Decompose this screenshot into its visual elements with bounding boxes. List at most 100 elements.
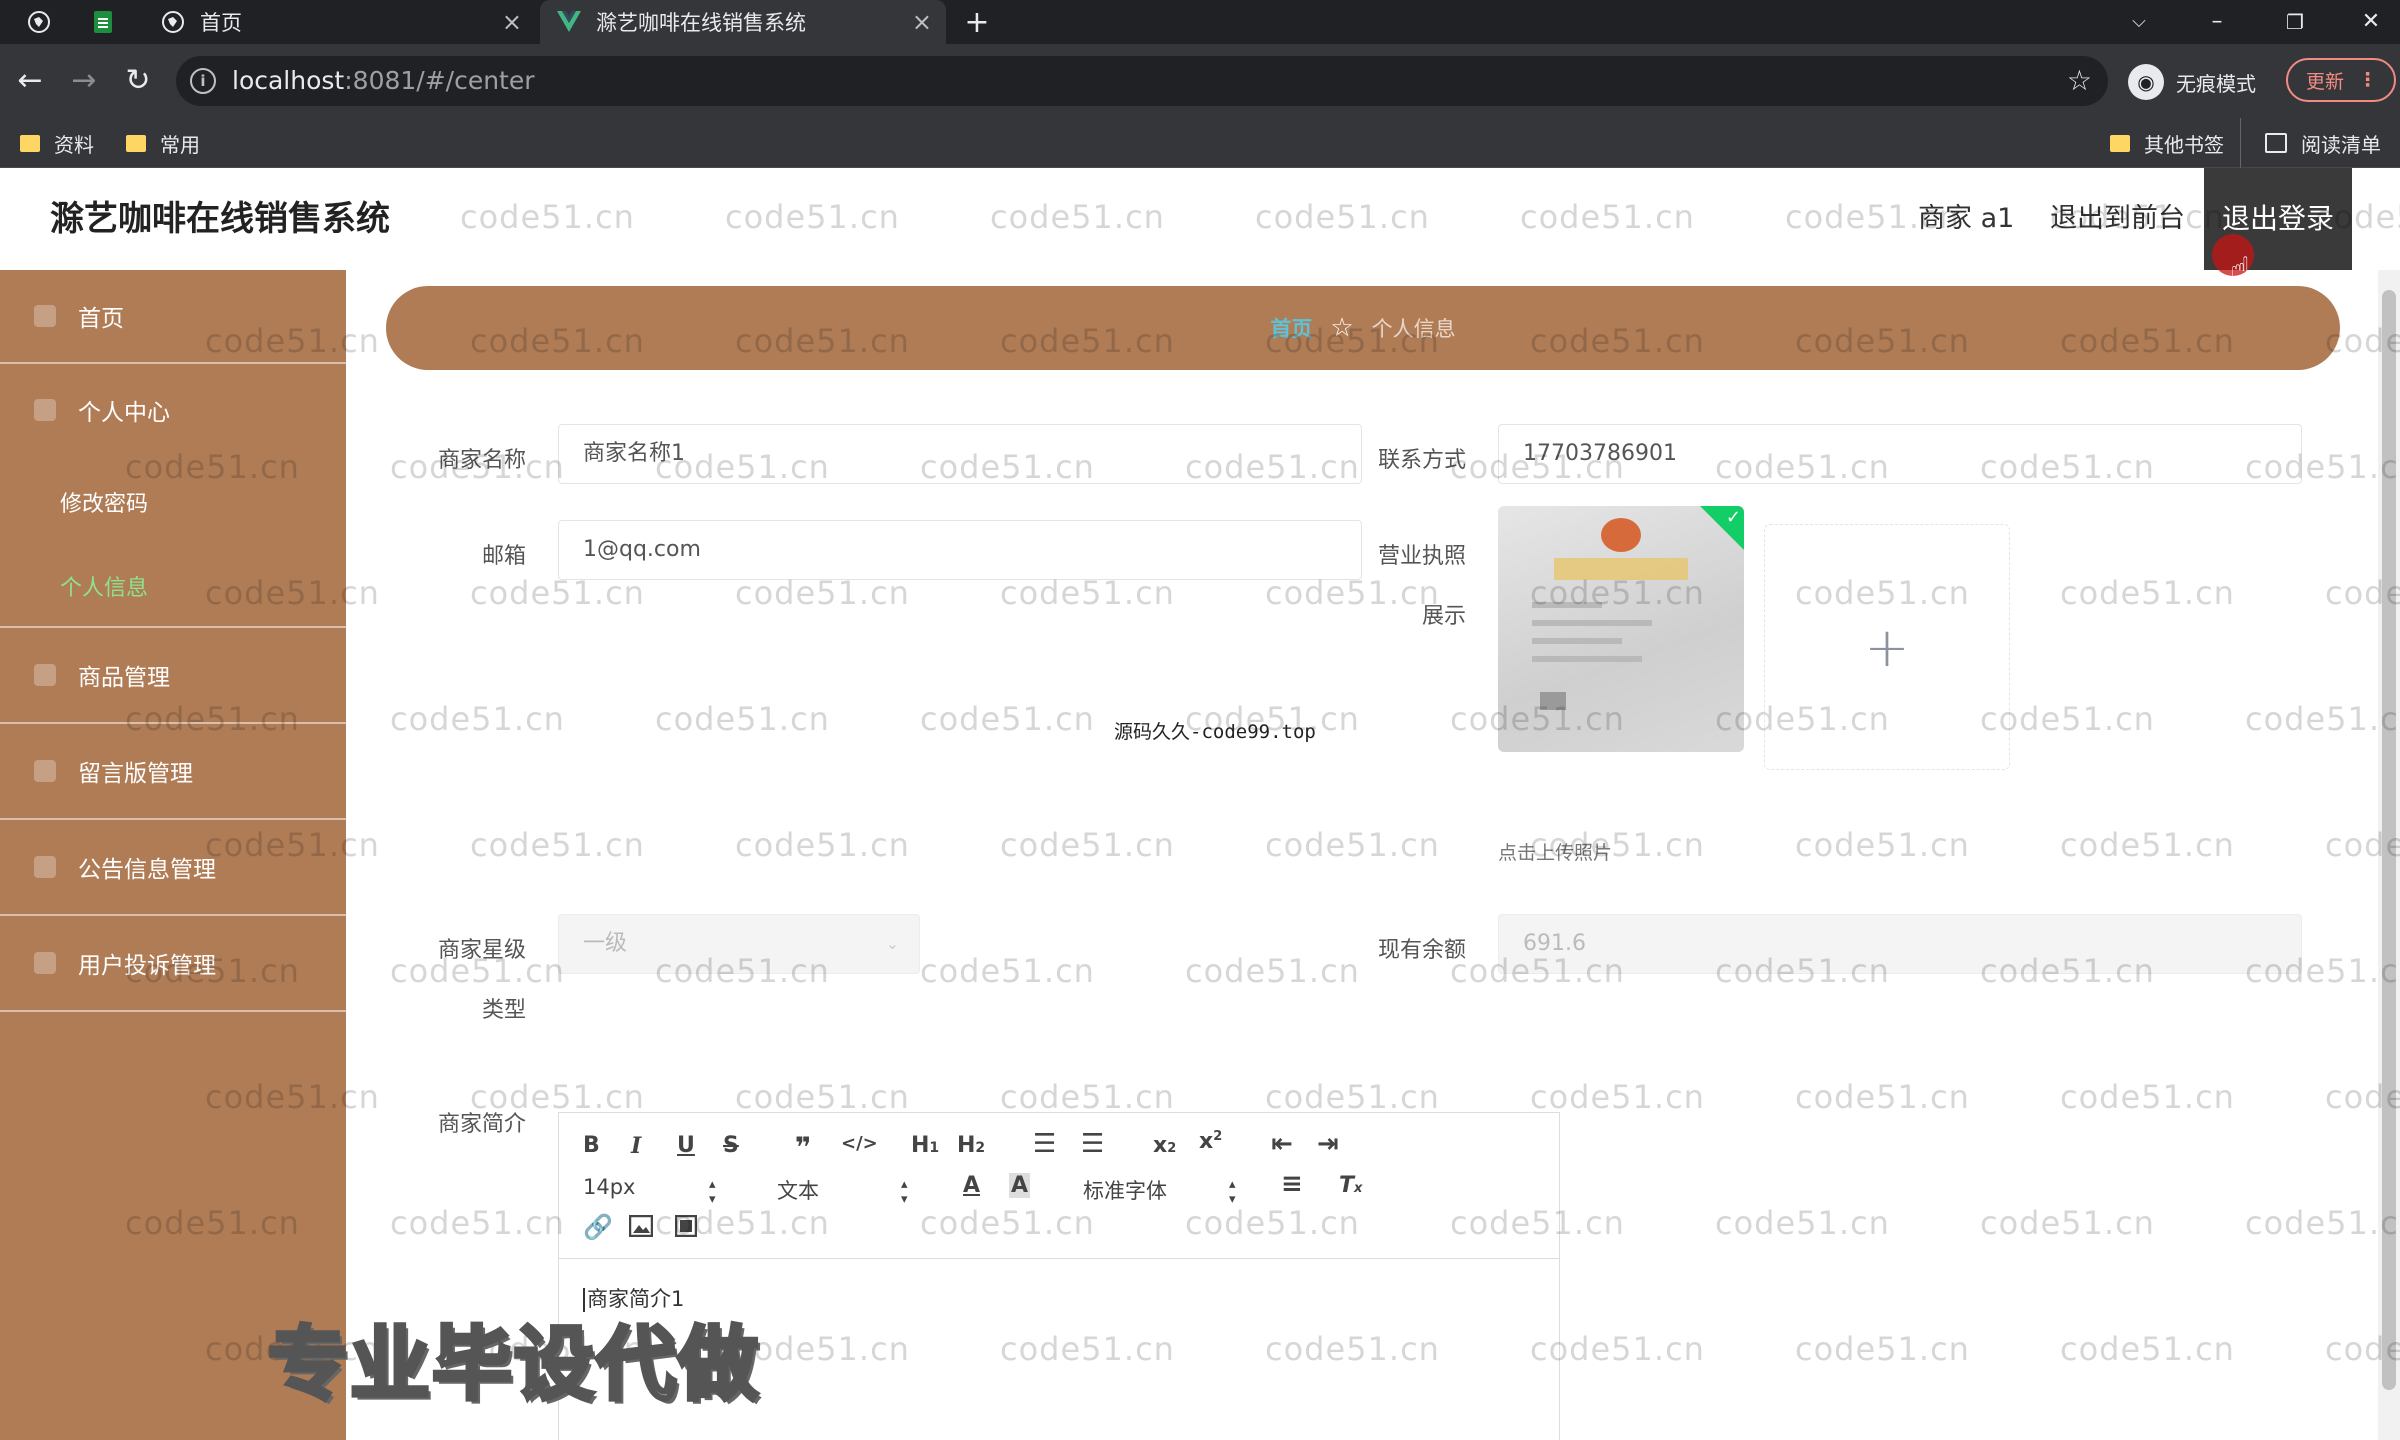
- bookmark-folder[interactable]: 常用: [126, 118, 200, 168]
- contact-input[interactable]: 17703786901: [1498, 424, 2302, 484]
- close-icon[interactable]: ×: [502, 8, 522, 36]
- license-title-band: [1554, 558, 1688, 580]
- window-close-icon[interactable]: ✕: [2346, 2, 2396, 42]
- font-color-icon[interactable]: A: [963, 1173, 980, 1198]
- bookmarks-bar: 资料 常用 其他书签 阅读清单: [0, 118, 2400, 168]
- heading-2-icon[interactable]: H2: [957, 1133, 985, 1158]
- sidebar-item-personal-center[interactable]: 个人中心: [0, 364, 346, 456]
- license-label: 营业执照: [1377, 544, 1466, 569]
- sidebar-item-label: 首页: [78, 306, 124, 332]
- sidebar-item-label: 个人中心: [78, 400, 170, 426]
- underline-icon[interactable]: U: [677, 1133, 695, 1158]
- reading-list[interactable]: 阅读清单: [2240, 118, 2381, 168]
- star-level-select[interactable]: 一级 ⌄: [558, 914, 920, 974]
- sheets-icon[interactable]: [86, 6, 120, 38]
- other-bookmarks-label: 其他书签: [2144, 132, 2224, 157]
- font-family-select[interactable]: 标准字体 ▴ ▾: [1083, 1175, 1253, 1207]
- box-icon: [34, 664, 56, 686]
- back-icon[interactable]: ←: [10, 60, 50, 100]
- globe-icon: [160, 9, 186, 35]
- center-watermark: 源码久久-code99.top: [1114, 721, 1316, 743]
- blockquote-icon[interactable]: ❞: [795, 1131, 811, 1164]
- incognito-indicator[interactable]: ◉ 无痕模式: [2128, 62, 2256, 102]
- license-line: [1532, 638, 1622, 644]
- star-level-label: 商家星级: [437, 938, 526, 963]
- bookmark-label: 资料: [54, 132, 94, 157]
- promo-banner: 专业毕设代做: [266, 1316, 760, 1413]
- code-block-icon[interactable]: </>: [841, 1133, 878, 1154]
- updown-arrows-icon: ▴ ▾: [1229, 1177, 1236, 1207]
- image-icon[interactable]: [628, 1214, 654, 1243]
- address-bar[interactable]: i localhost:8081/#/center ☆: [176, 56, 2108, 106]
- url-text: localhost:8081/#/center: [232, 66, 535, 95]
- license-label-second-line: 展示: [1421, 604, 1466, 629]
- balance-label: 现有余额: [1377, 938, 1466, 963]
- tab-home[interactable]: 首页 ×: [144, 0, 536, 44]
- other-bookmarks[interactable]: 其他书签: [2110, 118, 2224, 168]
- check-icon: ✓: [1725, 507, 1741, 528]
- tab-app[interactable]: 滁艺咖啡在线销售系统 ×: [540, 0, 946, 44]
- update-button[interactable]: 更新 ⋮: [2286, 58, 2396, 102]
- sidebar-item-home[interactable]: 首页: [0, 270, 346, 362]
- close-icon[interactable]: ×: [912, 8, 932, 36]
- upload-photo-button[interactable]: +: [1764, 524, 2010, 770]
- globe-icon[interactable]: [22, 6, 56, 38]
- bold-icon[interactable]: B: [583, 1133, 600, 1158]
- clear-format-icon[interactable]: Tx: [1339, 1173, 1362, 1198]
- ordered-list-icon[interactable]: ☰: [1033, 1129, 1056, 1159]
- sidebar-item-label: 商品管理: [78, 665, 170, 691]
- restore-icon[interactable]: ❐: [2270, 2, 2320, 42]
- divider: [0, 1010, 346, 1012]
- block-type-value: 文本: [777, 1179, 819, 1203]
- outdent-icon[interactable]: ⇤: [1271, 1129, 1293, 1159]
- indent-icon[interactable]: ⇥: [1317, 1129, 1339, 1159]
- hand-cursor-icon: ☝: [2230, 250, 2251, 290]
- sidebar-subitem-change-password[interactable]: 修改密码: [0, 486, 346, 518]
- star-icon: ☆: [1330, 313, 1354, 343]
- block-type-select[interactable]: 文本 ▴ ▾: [777, 1175, 923, 1207]
- merchant-name-input[interactable]: 商家名称1: [558, 424, 1362, 484]
- back-to-front-link[interactable]: 退出到前台: [2050, 168, 2185, 270]
- updown-arrows-icon: ▴ ▾: [901, 1177, 908, 1207]
- subscript-icon[interactable]: x2: [1153, 1133, 1176, 1158]
- forward-icon[interactable]: →: [64, 60, 104, 100]
- background-color-icon[interactable]: A: [1009, 1173, 1031, 1198]
- strikethrough-icon[interactable]: S: [723, 1133, 739, 1158]
- info-icon[interactable]: i: [190, 68, 216, 94]
- email-input[interactable]: 1@qq.com: [558, 520, 1362, 580]
- heading-1-icon[interactable]: H1: [911, 1133, 939, 1158]
- reading-list-icon: [2265, 133, 2287, 153]
- intro-label: 商家简介: [437, 1112, 526, 1137]
- bookmark-folder[interactable]: 资料: [20, 118, 94, 168]
- superscript-icon[interactable]: x2: [1199, 1129, 1222, 1154]
- new-tab-icon[interactable]: +: [960, 5, 994, 40]
- emblem-icon: [1601, 518, 1641, 552]
- link-icon[interactable]: 🔗: [583, 1213, 613, 1241]
- video-icon[interactable]: [674, 1214, 698, 1243]
- align-icon[interactable]: ≡: [1281, 1169, 1303, 1199]
- reload-icon[interactable]: ↻: [118, 60, 158, 100]
- tab-search-chevron-icon[interactable]: ⌵: [2114, 2, 2164, 42]
- tab-label: 滁艺咖啡在线销售系统: [596, 11, 806, 35]
- sidebar-item-products[interactable]: 商品管理: [0, 628, 346, 722]
- home-icon: [34, 305, 56, 327]
- email-label: 邮箱: [481, 544, 526, 569]
- sidebar-item-announcements[interactable]: 公告信息管理: [0, 820, 346, 914]
- message-icon: [34, 760, 56, 782]
- sidebar-item-complaints[interactable]: 用户投诉管理: [0, 916, 346, 1010]
- business-license-image[interactable]: ✓: [1498, 506, 1744, 752]
- sidebar-subitem-personal-info[interactable]: 个人信息: [0, 570, 346, 602]
- italic-icon[interactable]: I: [631, 1133, 641, 1159]
- bullet-list-icon[interactable]: ☰: [1081, 1129, 1104, 1159]
- incognito-label: 无痕模式: [2176, 71, 2256, 96]
- minimize-icon[interactable]: –: [2192, 2, 2242, 42]
- font-size-select[interactable]: 14px ▴ ▾: [583, 1175, 729, 1207]
- main-content: 首页 ☆ 个人信息 商家名称 商家名称1 联系方式 17703786901 邮箱…: [346, 270, 2400, 1440]
- sidebar-item-label: 公告信息管理: [78, 857, 216, 883]
- bookmark-star-icon[interactable]: ☆: [2067, 64, 2092, 97]
- sidebar-item-messages[interactable]: 留言版管理: [0, 724, 346, 818]
- bookmark-label: 常用: [160, 132, 200, 157]
- scrollbar-thumb[interactable]: [2382, 290, 2396, 1390]
- breadcrumb-home[interactable]: 首页: [1270, 313, 1312, 343]
- sidebar-item-label: 用户投诉管理: [78, 953, 216, 979]
